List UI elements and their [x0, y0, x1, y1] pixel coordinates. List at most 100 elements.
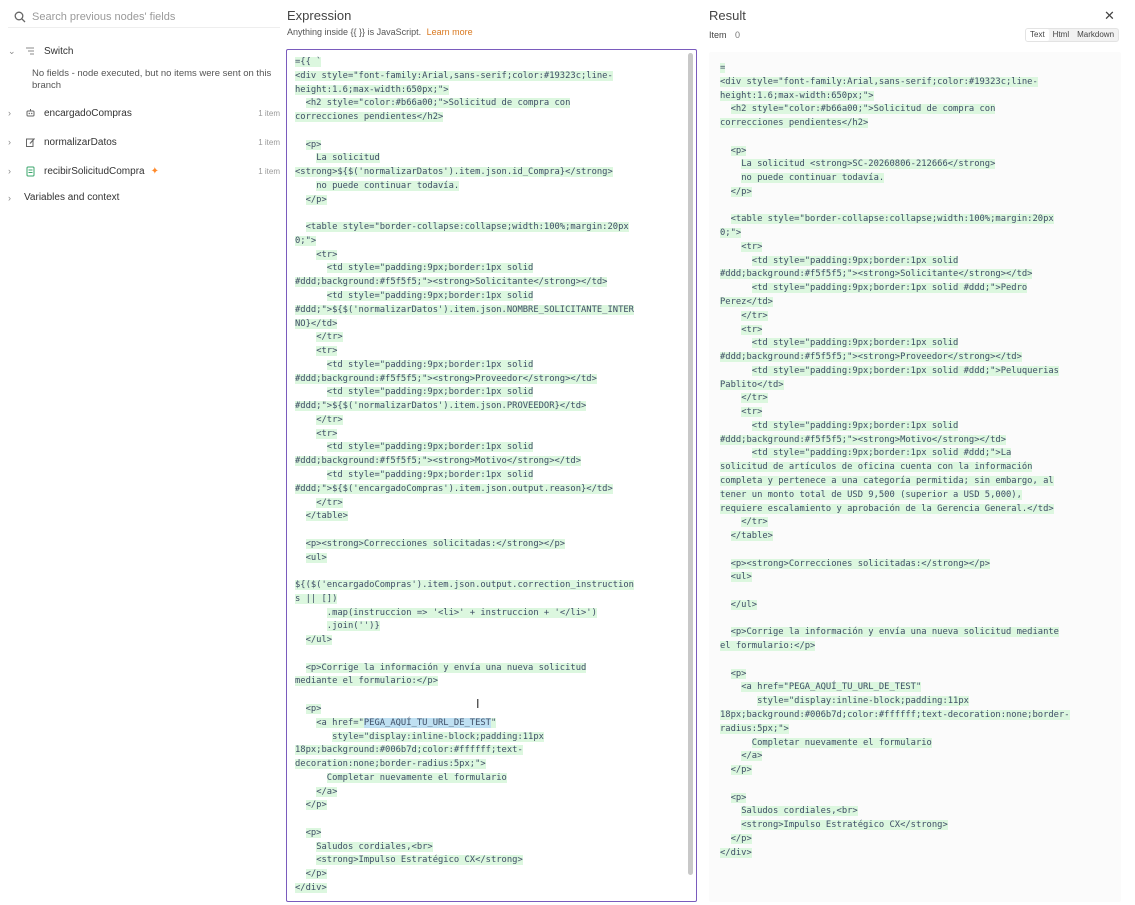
code-text: <p><strong>Correcciones solicitadas:</st…	[730, 558, 991, 569]
code-text: NO}</td>	[295, 318, 338, 329]
variables-context-toggle[interactable]: › Variables and context	[8, 192, 119, 203]
code-line: radius:5px;">	[720, 723, 1115, 737]
expression-title: Expression	[287, 8, 352, 23]
code-line: <ul>	[720, 571, 1115, 585]
code-text: </p>	[730, 833, 752, 844]
node-row-recibirsolicitudcompra[interactable]: › recibirSolicitudCompra ✦ 1 item	[8, 161, 284, 181]
trigger-bolt-icon: ✦	[150, 165, 159, 177]
code-line: <p>	[720, 792, 1115, 806]
item-selector[interactable]: 0	[735, 30, 740, 40]
code-line: <tr>	[720, 406, 1115, 420]
node-name: normalizarDatos	[44, 136, 117, 148]
code-line: </p>	[295, 194, 679, 208]
code-text: =	[720, 63, 726, 73]
code-text: <tr>	[316, 346, 338, 357]
chevron-right-icon[interactable]: ›	[8, 166, 18, 176]
text-cursor-icon: I	[476, 697, 480, 711]
search-bar[interactable]	[8, 6, 280, 28]
code-line: <td style="padding:9px;border:1px solid	[295, 359, 679, 373]
node-name: encargadoCompras	[44, 107, 132, 119]
code-line: 18px;background:#006b7d;color:#ffffff;te…	[720, 709, 1115, 723]
code-line: <tr>	[295, 249, 679, 263]
code-text: 18px;background:#006b7d;color:#ffffff;te…	[295, 745, 523, 756]
code-text: </p>	[730, 765, 752, 776]
code-line: </p>	[720, 764, 1115, 778]
chevron-down-icon[interactable]: ⌄	[8, 46, 18, 57]
code-line: <tr>	[295, 345, 679, 359]
view-mode-markdown[interactable]: Markdown	[1073, 29, 1118, 41]
code-text: </p>	[305, 869, 327, 880]
code-text: <tr>	[316, 249, 338, 260]
expression-subtitle: Anything inside {{ }} is JavaScript. Lea…	[287, 27, 473, 37]
node-row-encargadocompras[interactable]: › encargadoCompras 1 item	[8, 103, 284, 123]
code-text: <div style="font-family:Arial,sans-serif…	[720, 76, 1038, 87]
code-text: completa y pertenece a una categoría per…	[720, 475, 1054, 486]
code-text: <tr>	[316, 428, 338, 439]
code-text: <td style="padding:9px;border:1px solid	[326, 359, 534, 370]
code-line: NO}</td>	[295, 318, 679, 332]
code-line: style="display:inline-block;padding:11px	[295, 731, 679, 745]
code-line: ={{ `	[295, 56, 679, 70]
code-line: <td style="padding:9px;border:1px solid	[295, 290, 679, 304]
code-text: </tr>	[741, 310, 768, 321]
close-icon[interactable]: ✕	[1104, 8, 1115, 24]
code-line: <td style="padding:9px;border:1px solid	[720, 255, 1115, 269]
code-text: .join('')}	[326, 621, 380, 632]
edit-icon	[24, 136, 36, 148]
code-text: ={{ `	[295, 57, 322, 67]
code-text: <td style="padding:9px;border:1px solid …	[751, 365, 1059, 376]
item-count: 1 item	[258, 166, 280, 176]
code-line: </tr>	[295, 414, 679, 428]
code-text: #ddd;background:#f5f5f5;"><strong>Provee…	[720, 352, 1022, 363]
code-text: Completar nuevamente el formulario	[751, 737, 932, 748]
code-line: <div style="font-family:Arial,sans-serif…	[720, 76, 1115, 90]
learn-more-link[interactable]: Learn more	[427, 27, 473, 37]
search-input[interactable]	[32, 10, 262, 23]
expression-code[interactable]: ={{ ` <div style="font-family:Arial,sans-…	[295, 56, 679, 896]
chevron-right-icon[interactable]: ›	[8, 137, 18, 147]
code-text: 18px;background:#006b7d;color:#ffffff;te…	[720, 709, 1070, 720]
code-line: </p>	[720, 833, 1115, 847]
code-text: <tr>	[741, 407, 763, 418]
code-line: </p>	[295, 868, 679, 882]
item-label: Item	[709, 30, 727, 40]
view-mode-text[interactable]: Text	[1026, 29, 1049, 41]
code-text: <ul>	[305, 552, 327, 563]
code-line: style="display:inline-block;padding:11px	[720, 695, 1115, 709]
code-text: <td style="padding:9px;border:1px solid	[751, 255, 959, 266]
code-line: <td style="padding:9px;border:1px solid …	[720, 365, 1115, 379]
code-line: </tr>	[295, 331, 679, 345]
code-line: .join('')}	[295, 620, 679, 634]
code-line: <p>Corrige la información y envía una nu…	[295, 662, 679, 676]
code-line: requiere escalamiento y aprobación de la…	[720, 503, 1115, 517]
node-row-switch[interactable]: ⌄ Switch	[8, 41, 284, 61]
code-line: <p>	[720, 668, 1115, 682]
chevron-right-icon[interactable]: ›	[8, 193, 18, 203]
code-line: #ddd;background:#f5f5f5;"><strong>Provee…	[295, 373, 679, 387]
expression-editor[interactable]: ={{ ` <div style="font-family:Arial,sans-…	[286, 49, 697, 902]
node-row-normalizardatos[interactable]: › normalizarDatos 1 item	[8, 132, 284, 152]
code-line: </div>	[720, 847, 1115, 861]
code-text: </p>	[730, 186, 752, 197]
code-line: 18px;background:#006b7d;color:#ffffff;te…	[295, 744, 679, 758]
code-text: tener un monto total de USD 9,500 (super…	[720, 489, 1022, 500]
view-mode-html[interactable]: Html	[1049, 29, 1073, 41]
code-line: <strong>Impulso Estratégico CX</strong>	[720, 819, 1115, 833]
code-text: <td style="padding:9px;border:1px solid …	[751, 448, 1012, 459]
code-text: </ul>	[730, 599, 758, 610]
code-line: #ddd;background:#f5f5f5;"><strong>Motivo…	[720, 434, 1115, 448]
code-text: <h2 style="color:#b66a00;">Solicitud de …	[305, 98, 571, 109]
code-line: <td style="padding:9px;border:1px solid	[720, 337, 1115, 351]
view-mode-toggle[interactable]: Text Html Markdown	[1025, 28, 1120, 42]
code-text: </p>	[305, 194, 327, 205]
code-line: </tr>	[720, 516, 1115, 530]
editor-scrollbar[interactable]	[688, 53, 693, 875]
code-text: </a>	[741, 751, 763, 762]
chevron-right-icon[interactable]: ›	[8, 108, 18, 118]
